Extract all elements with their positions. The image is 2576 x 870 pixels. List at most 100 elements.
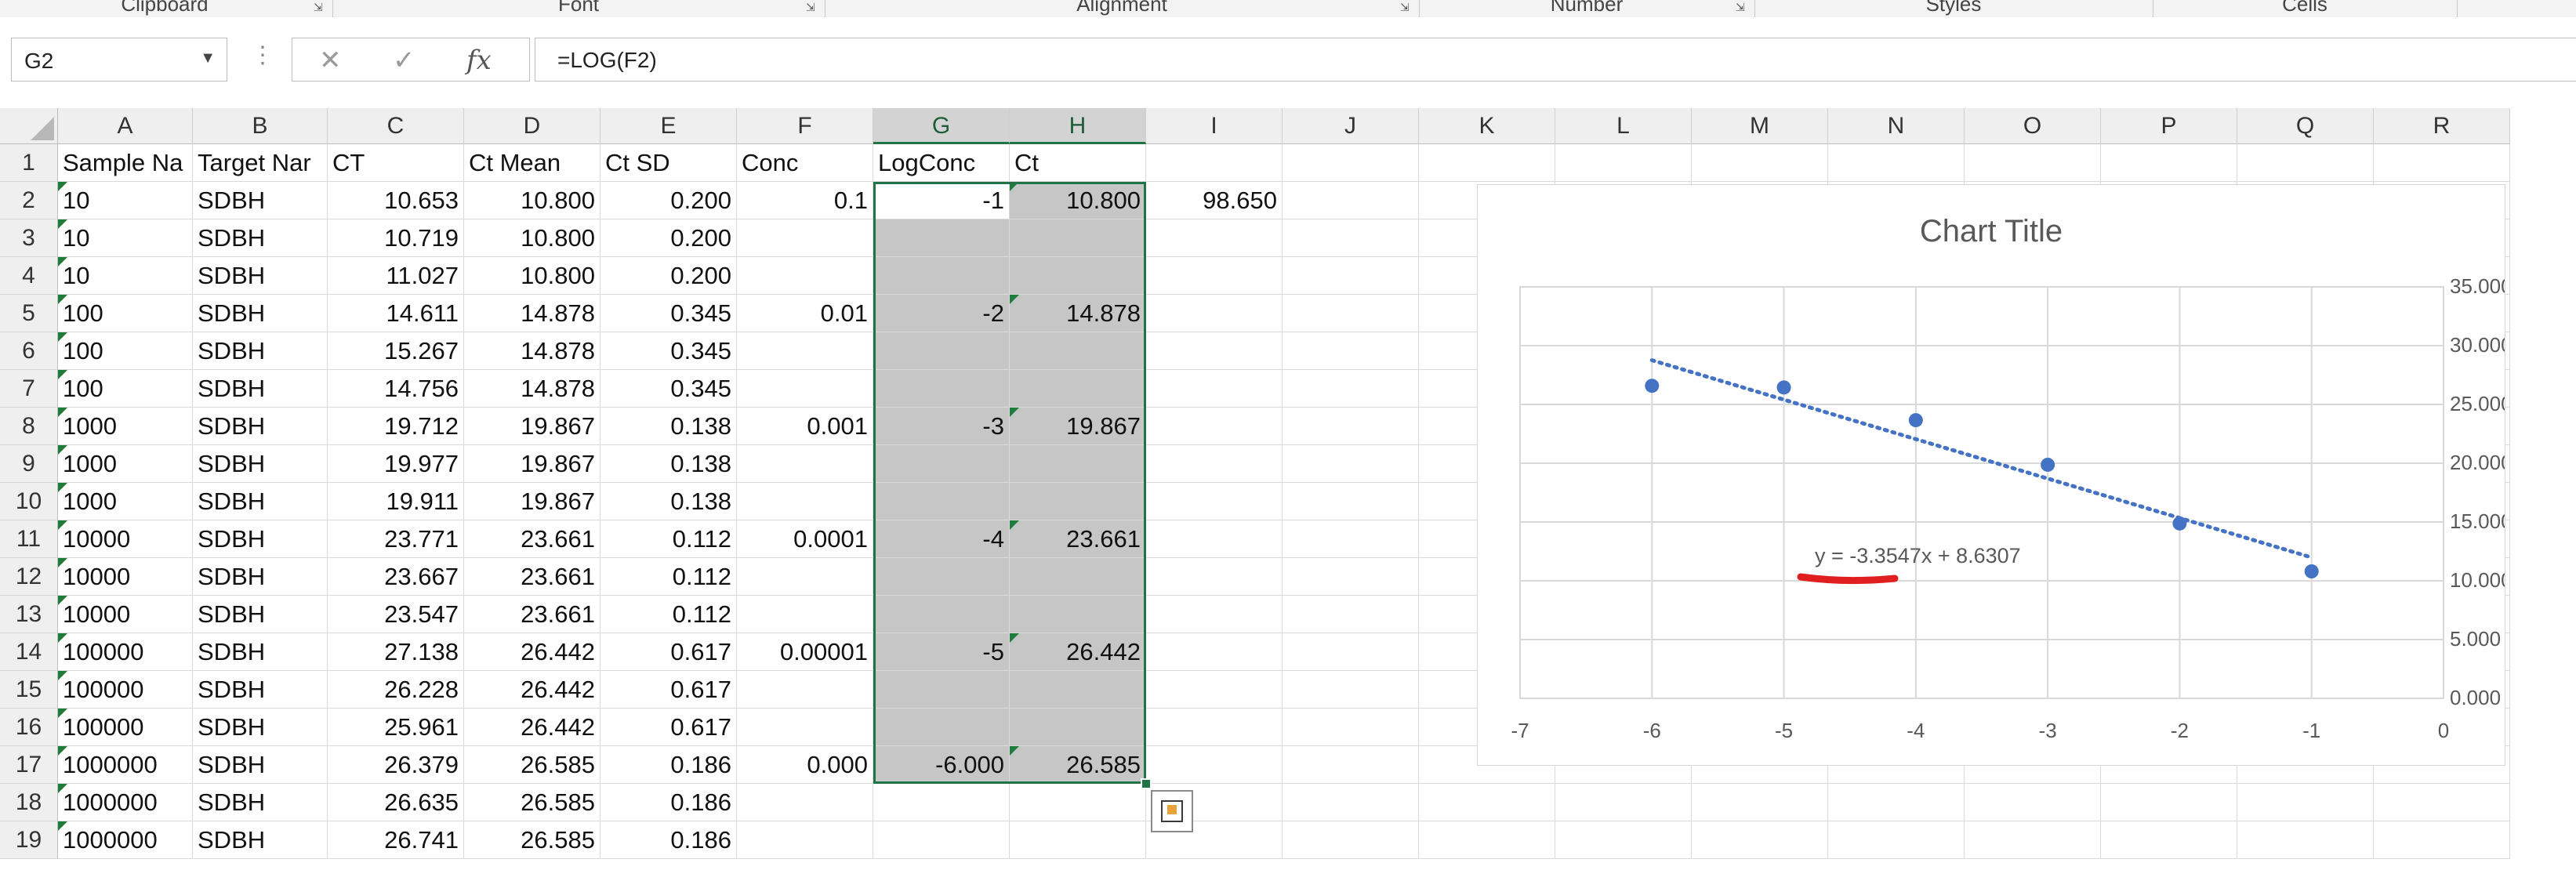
- cell-b11[interactable]: SDBH: [193, 520, 328, 558]
- cell-i5[interactable]: [1146, 295, 1283, 332]
- cell-e6[interactable]: 0.345: [600, 332, 737, 370]
- cell-i10[interactable]: [1146, 483, 1283, 520]
- cell-f19[interactable]: [737, 821, 873, 859]
- cell-j7[interactable]: [1283, 370, 1419, 408]
- row-header-10[interactable]: 10: [0, 483, 58, 520]
- cell-i7[interactable]: [1146, 370, 1283, 408]
- row-header-3[interactable]: 3: [0, 219, 58, 257]
- cell-c12[interactable]: 23.667: [328, 558, 464, 596]
- row-header-8[interactable]: 8: [0, 408, 58, 445]
- cell-h6[interactable]: [1010, 332, 1146, 370]
- column-header-h[interactable]: H: [1010, 108, 1146, 144]
- column-header-e[interactable]: E: [600, 108, 737, 144]
- cell-e12[interactable]: 0.112: [600, 558, 737, 596]
- cell-f10[interactable]: [737, 483, 873, 520]
- cell-b18[interactable]: SDBH: [193, 784, 328, 821]
- cell-i3[interactable]: [1146, 219, 1283, 257]
- cell-b2[interactable]: SDBH: [193, 182, 328, 219]
- error-indicator-icon[interactable]: [58, 784, 67, 793]
- cell-c9[interactable]: 19.977: [328, 445, 464, 483]
- fill-handle[interactable]: [1141, 778, 1152, 789]
- cell-r19[interactable]: [2374, 821, 2510, 859]
- cell-a6[interactable]: 100: [58, 332, 193, 370]
- cell-c14[interactable]: 27.138: [328, 633, 464, 671]
- cell-a4[interactable]: 10: [58, 257, 193, 295]
- cell-c2[interactable]: 10.653: [328, 182, 464, 219]
- cell-j8[interactable]: [1283, 408, 1419, 445]
- cell-e4[interactable]: 0.200: [600, 257, 737, 295]
- name-box[interactable]: G2 ▼: [11, 38, 227, 82]
- cell-h2[interactable]: 10.800: [1010, 182, 1146, 219]
- cell-r18[interactable]: [2374, 784, 2510, 821]
- row-header-17[interactable]: 17: [0, 746, 58, 784]
- cell-a9[interactable]: 1000: [58, 445, 193, 483]
- trendline-equation-label[interactable]: y = -3.3547x + 8.6307: [1815, 544, 2021, 567]
- cell-a15[interactable]: 100000: [58, 671, 193, 709]
- cell-h7[interactable]: [1010, 370, 1146, 408]
- cell-i12[interactable]: [1146, 558, 1283, 596]
- row-header-12[interactable]: 12: [0, 558, 58, 596]
- cell-f13[interactable]: [737, 596, 873, 633]
- cell-d3[interactable]: 10.800: [464, 219, 600, 257]
- cell-g5[interactable]: -2: [873, 295, 1010, 332]
- cell-j3[interactable]: [1283, 219, 1419, 257]
- cell-g4[interactable]: [873, 257, 1010, 295]
- cell-i15[interactable]: [1146, 671, 1283, 709]
- column-header-p[interactable]: P: [2101, 108, 2237, 144]
- error-indicator-icon[interactable]: [1010, 520, 1019, 530]
- cell-p1[interactable]: [2101, 144, 2237, 182]
- cell-i13[interactable]: [1146, 596, 1283, 633]
- error-indicator-icon[interactable]: [58, 821, 67, 831]
- cell-d19[interactable]: 26.585: [464, 821, 600, 859]
- cell-e2[interactable]: 0.200: [600, 182, 737, 219]
- column-header-l[interactable]: L: [1555, 108, 1692, 144]
- error-indicator-icon[interactable]: [58, 483, 67, 492]
- cell-p19[interactable]: [2101, 821, 2237, 859]
- cell-b14[interactable]: SDBH: [193, 633, 328, 671]
- error-indicator-icon[interactable]: [1010, 633, 1019, 643]
- cancel-icon[interactable]: ✕: [319, 45, 342, 76]
- cell-f3[interactable]: [737, 219, 873, 257]
- cell-c16[interactable]: 25.961: [328, 709, 464, 746]
- column-header-d[interactable]: D: [464, 108, 600, 144]
- cell-f16[interactable]: [737, 709, 873, 746]
- cell-e9[interactable]: 0.138: [600, 445, 737, 483]
- dialog-launcher-icon[interactable]: ⇲: [1400, 2, 1411, 13]
- cell-g6[interactable]: [873, 332, 1010, 370]
- cell-k18[interactable]: [1419, 784, 1555, 821]
- cell-d17[interactable]: 26.585: [464, 746, 600, 784]
- row-header-7[interactable]: 7: [0, 370, 58, 408]
- cell-g3[interactable]: [873, 219, 1010, 257]
- cell-j12[interactable]: [1283, 558, 1419, 596]
- cell-a10[interactable]: 1000: [58, 483, 193, 520]
- row-header-19[interactable]: 19: [0, 821, 58, 859]
- row-header-13[interactable]: 13: [0, 596, 58, 633]
- cell-h12[interactable]: [1010, 558, 1146, 596]
- cell-c3[interactable]: 10.719: [328, 219, 464, 257]
- cell-d14[interactable]: 26.442: [464, 633, 600, 671]
- row-header-4[interactable]: 4: [0, 257, 58, 295]
- row-header-18[interactable]: 18: [0, 784, 58, 821]
- cell-a16[interactable]: 100000: [58, 709, 193, 746]
- cell-e3[interactable]: 0.200: [600, 219, 737, 257]
- cell-c8[interactable]: 19.712: [328, 408, 464, 445]
- cell-e16[interactable]: 0.617: [600, 709, 737, 746]
- insert-function-icon[interactable]: fx: [466, 45, 492, 76]
- cell-h5[interactable]: 14.878: [1010, 295, 1146, 332]
- column-header-m[interactable]: M: [1692, 108, 1828, 144]
- cell-o18[interactable]: [1965, 784, 2101, 821]
- cell-b3[interactable]: SDBH: [193, 219, 328, 257]
- error-indicator-icon[interactable]: [58, 445, 67, 455]
- cell-f11[interactable]: 0.0001: [737, 520, 873, 558]
- cell-c13[interactable]: 23.547: [328, 596, 464, 633]
- row-header-5[interactable]: 5: [0, 295, 58, 332]
- cell-b4[interactable]: SDBH: [193, 257, 328, 295]
- cell-a18[interactable]: 1000000: [58, 784, 193, 821]
- cell-c7[interactable]: 14.756: [328, 370, 464, 408]
- row-header-9[interactable]: 9: [0, 445, 58, 483]
- cell-a13[interactable]: 10000: [58, 596, 193, 633]
- cell-j2[interactable]: [1283, 182, 1419, 219]
- cell-a1[interactable]: Sample Na: [58, 144, 193, 182]
- cell-j1[interactable]: [1283, 144, 1419, 182]
- cell-e15[interactable]: 0.617: [600, 671, 737, 709]
